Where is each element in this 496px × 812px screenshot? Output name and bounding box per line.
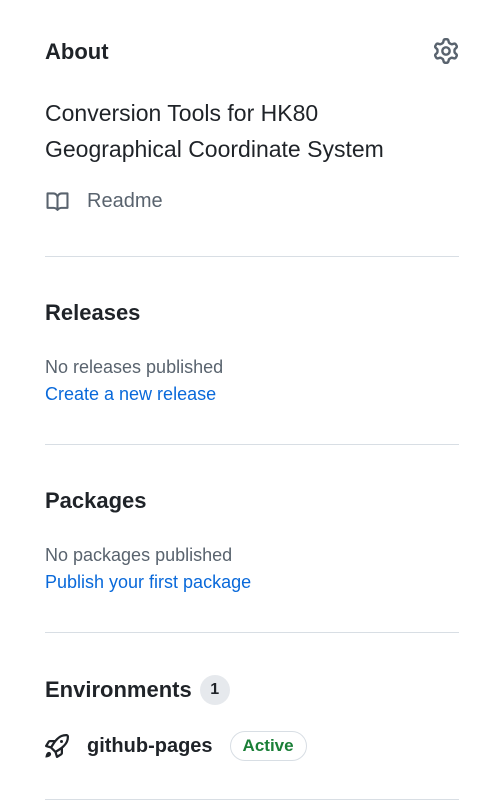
environments-section: Environments 1 github-pages Active bbox=[44, 633, 459, 800]
about-heading: About bbox=[45, 39, 109, 64]
releases-heading[interactable]: Releases bbox=[45, 299, 140, 327]
rocket-icon bbox=[44, 734, 69, 759]
publish-package-link[interactable]: Publish your first package bbox=[45, 570, 251, 594]
readme-label: Readme bbox=[87, 190, 163, 212]
environments-heading[interactable]: Environments bbox=[45, 676, 192, 704]
no-releases-text: No releases published bbox=[45, 357, 224, 377]
environment-link-github-pages[interactable]: github-pages bbox=[87, 735, 213, 758]
environments-heading-row: Environments 1 bbox=[45, 675, 230, 705]
releases-section: Releases No releases published Create a … bbox=[45, 257, 459, 445]
repo-description: Conversion Tools for HK80 Geographical C… bbox=[45, 100, 384, 162]
book-icon bbox=[46, 191, 69, 211]
repo-sidebar: About Conversion Tools for HK80 Geograph… bbox=[44, 0, 459, 800]
packages-heading[interactable]: Packages bbox=[45, 487, 147, 515]
status-badge: Active bbox=[229, 731, 307, 761]
environments-count-badge: 1 bbox=[199, 675, 230, 705]
no-packages-text: No packages published bbox=[45, 545, 233, 565]
about-settings-button[interactable] bbox=[433, 38, 459, 64]
environment-item: github-pages Active bbox=[44, 731, 307, 761]
about-section: About Conversion Tools for HK80 Geograph… bbox=[45, 0, 459, 257]
readme-link[interactable]: Readme bbox=[45, 190, 163, 213]
packages-section: Packages No packages published Publish y… bbox=[45, 445, 459, 633]
gear-icon bbox=[433, 38, 459, 64]
create-release-link[interactable]: Create a new release bbox=[45, 382, 216, 406]
